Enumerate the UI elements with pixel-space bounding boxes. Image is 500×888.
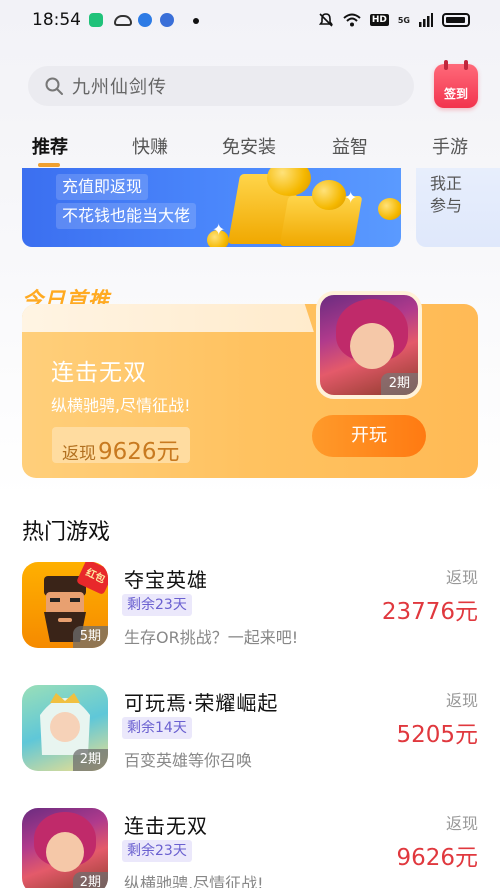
promo-banner[interactable]: 充值即返现 不花钱也能当大佬 ✦ ✦ [22, 168, 401, 247]
game-title: 夺宝英雄 [124, 568, 208, 592]
remaining-days-tag: 剩余23天 [122, 840, 192, 862]
tab-indicator [38, 163, 60, 167]
signal-icon [419, 13, 433, 27]
browser-notification-icon [138, 13, 152, 27]
play-button[interactable]: 开玩 [312, 415, 426, 457]
side-banner-text: 我正参与 [430, 174, 463, 215]
search-input[interactable]: 九州仙剑传 [28, 66, 414, 106]
featured-game-icon[interactable]: 2期 [316, 291, 422, 399]
baidu-notification-icon [160, 13, 174, 27]
period-badge: 2期 [72, 872, 108, 888]
tab-recommend[interactable]: 推荐 [32, 133, 68, 159]
game-description: 生存OR挑战？一起来吧! [124, 628, 299, 647]
cashback-label: 返现 [445, 814, 478, 833]
checkin-label: 签到 [443, 87, 468, 101]
featured-game-desc: 纵横驰骋,尽情征战! [51, 396, 191, 415]
game-icon[interactable]: 红包 5期 [22, 562, 108, 648]
period-badge: 5期 [72, 626, 108, 648]
period-badge: 2期 [72, 749, 108, 771]
featured-cashback-label: 返现 [62, 444, 96, 464]
remaining-days-tag: 剩余23天 [122, 594, 192, 616]
featured-cashback-value: 9626元 [98, 439, 180, 465]
game-title: 连击无双 [124, 814, 208, 838]
promo-line-2: 不花钱也能当大佬 [56, 203, 197, 229]
game-title: 可玩焉·荣耀崛起 [124, 691, 279, 715]
status-time: 18:54 [32, 10, 81, 30]
featured-cashback: 返现 9626元 [52, 427, 190, 465]
cashback-label: 返现 [445, 691, 478, 710]
search-placeholder: 九州仙剑传 [72, 77, 167, 98]
game-list-item[interactable]: 2期 连击无双 剩余23天 纵横驰骋,尽情征战! 返现 9626元 [0, 808, 500, 888]
wechat-notification-icon [89, 13, 103, 27]
featured-game-card[interactable]: 连击无双 纵横驰骋,尽情征战! 返现 9626元 2期 开玩 [22, 291, 478, 478]
promo-line-1: 充值即返现 [56, 174, 149, 200]
game-description: 纵横驰骋,尽情征战! [124, 874, 264, 888]
cashback-amount: 9626元 [396, 845, 478, 871]
battery-icon [442, 13, 470, 27]
coin-graphic-3 [378, 198, 401, 220]
game-icon[interactable]: 2期 [22, 808, 108, 888]
wifi-icon [343, 13, 361, 27]
featured-period-badge: 2期 [380, 373, 418, 395]
featured-game-name: 连击无双 [51, 360, 147, 386]
game-list-item[interactable]: 红包 5期 夺宝英雄 剩余23天 生存OR挑战？一起来吧! 返现 23776元 [0, 562, 500, 662]
tab-no-install[interactable]: 免安装 [222, 133, 276, 159]
status-indicators: HD 5G [318, 12, 470, 28]
bell-off-icon [318, 13, 333, 27]
tab-quick-earn[interactable]: 快赚 [132, 133, 168, 159]
sparkle-icon-2: ✦ [344, 188, 358, 207]
hot-games-title: 热门游戏 [22, 520, 111, 545]
search-icon [45, 77, 63, 95]
tab-mobile-games[interactable]: 手游 [432, 133, 468, 159]
cashback-amount: 5205元 [396, 722, 478, 748]
hd-badge: HD [369, 14, 389, 26]
character-face-graphic [46, 832, 84, 872]
cashback-amount: 23776元 [381, 599, 478, 625]
remaining-days-tag: 剩余14天 [122, 717, 192, 739]
game-list-item[interactable]: 2期 可玩焉·荣耀崛起 剩余14天 百变英雄等你召唤 返现 5205元 [0, 685, 500, 785]
signal-label: 5G [397, 15, 410, 25]
status-bar: 18:54 HD 5G [0, 0, 500, 44]
game-description: 百变英雄等你召唤 [124, 751, 253, 770]
sparkle-icon: ✦ [212, 220, 226, 239]
app-notification-icon [114, 15, 132, 26]
game-icon[interactable]: 2期 [22, 685, 108, 771]
more-notifications-dot [193, 18, 199, 24]
cashback-label: 返现 [445, 568, 478, 587]
tab-puzzle[interactable]: 益智 [332, 133, 368, 159]
category-tabs: 推荐 快赚 免安装 益智 手游 [0, 133, 500, 167]
coin-graphic-2 [312, 180, 346, 210]
side-banner[interactable]: 我正参与 [416, 168, 500, 247]
checkin-button[interactable]: 签到 [434, 60, 478, 108]
character-face-graphic [350, 323, 394, 369]
